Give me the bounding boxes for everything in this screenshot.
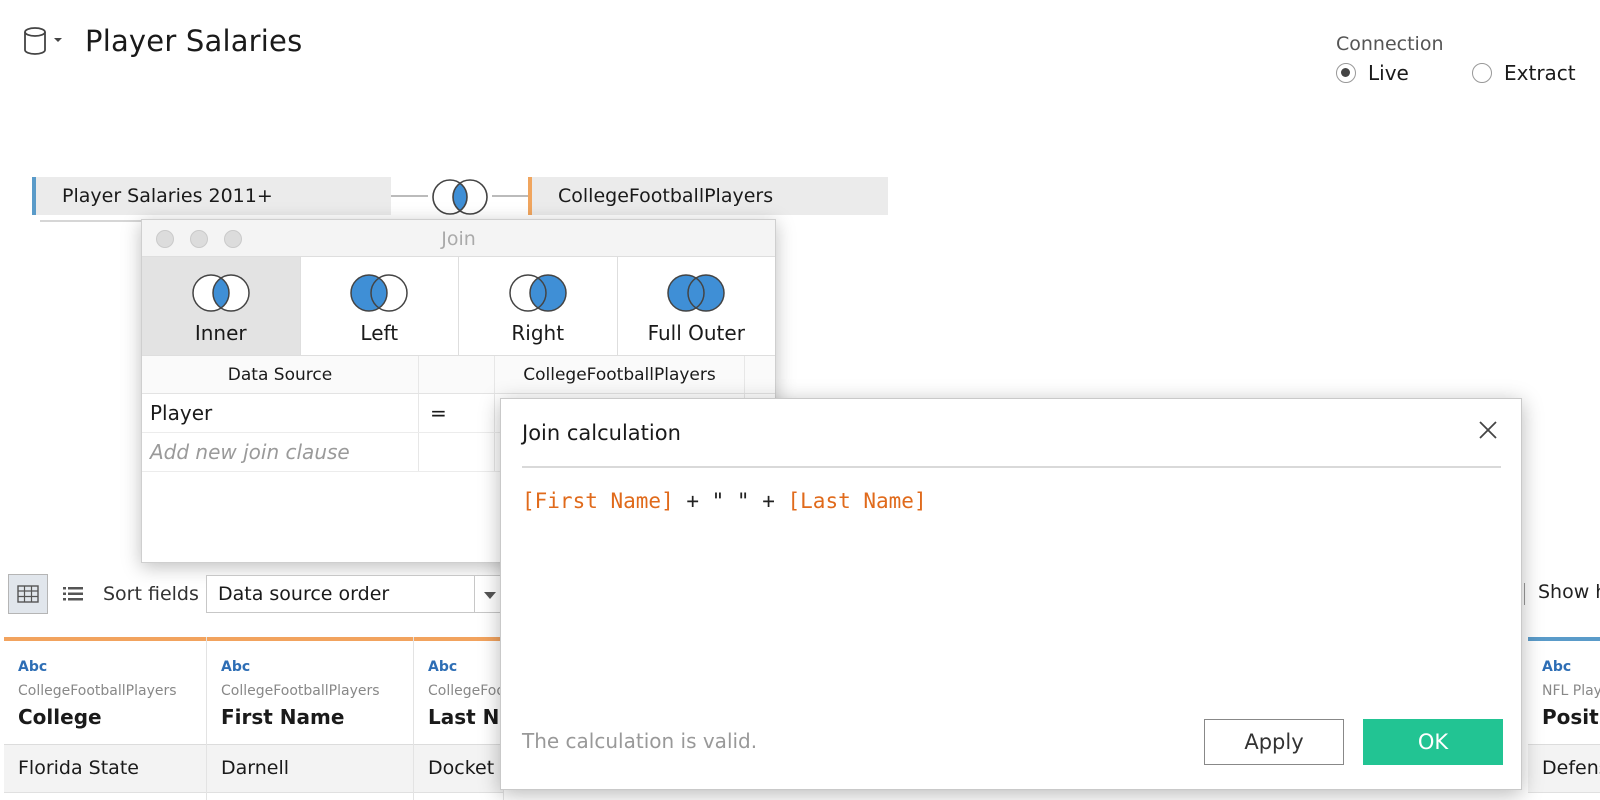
join-calculation-dialog: Join calculation [First Name] + " " + [L… — [500, 398, 1522, 790]
grid-view-button[interactable] — [8, 574, 48, 614]
formula-field-last-name: [Last Name] — [787, 489, 927, 513]
right-source-header: CollegeFootballPlayers — [495, 356, 745, 393]
page-title: Player Salaries — [85, 24, 303, 58]
join-type-full-outer[interactable]: Full Outer — [618, 257, 776, 355]
inner-join-venn-icon[interactable] — [428, 176, 492, 218]
field-name: Last Na — [428, 705, 503, 729]
grid-column-first-name: Abc CollegeFootballPlayers First Name Da… — [207, 637, 414, 800]
operator-header — [419, 356, 495, 393]
connection-live-label: Live — [1368, 61, 1409, 85]
ok-button[interactable]: OK — [1363, 719, 1503, 765]
right-table-chip[interactable]: CollegeFootballPlayers — [528, 177, 888, 215]
field-type-icon[interactable]: Abc — [428, 659, 503, 675]
join-clause-header: Data Source CollegeFootballPlayers — [142, 356, 775, 394]
connection-extract-label: Extract — [1504, 61, 1576, 85]
join-type-inner[interactable]: Inner — [142, 257, 301, 355]
join-type-label: Inner — [194, 321, 247, 345]
column-header[interactable]: Abc CollegeFoo Last Na — [414, 637, 503, 745]
database-icon[interactable] — [22, 26, 48, 56]
grid-cell: Darnell — [207, 745, 413, 793]
chevron-down-icon[interactable] — [54, 38, 62, 42]
join-type-selector: Inner Left Right Full Outer — [142, 257, 775, 356]
left-source-header: Data Source — [142, 356, 419, 393]
chevron-down-icon — [484, 592, 496, 599]
join-type-label: Right — [511, 321, 565, 345]
column-header[interactable]: Abc CollegeFootballPlayers First Name — [207, 637, 413, 745]
radio-selected-icon[interactable] — [1336, 63, 1356, 83]
grid-column-position: Abc NFL Playe Positio Defens — [1528, 637, 1600, 800]
left-table-name: Player Salaries 2011+ — [62, 185, 273, 207]
join-type-label: Full Outer — [647, 321, 745, 345]
join-connector-line — [492, 195, 528, 197]
show-hidden-checkbox[interactable] — [1522, 583, 1525, 605]
field-name: College — [18, 705, 102, 729]
grid-column-last-name: Abc CollegeFoo Last Na Docket — [414, 637, 504, 800]
join-dialog-title: Join — [441, 228, 476, 250]
left-join-icon — [350, 274, 408, 312]
connection-extract-radio[interactable]: Extract — [1472, 61, 1576, 85]
join-type-right[interactable]: Right — [459, 257, 618, 355]
grid-icon — [17, 585, 39, 603]
row-spacer — [419, 433, 495, 471]
field-type-icon[interactable]: Abc — [18, 659, 206, 675]
column-header[interactable]: Abc CollegeFootballPlayers College — [4, 637, 206, 745]
sort-fields-select[interactable]: Data source order — [206, 575, 506, 613]
field-name: First Name — [221, 705, 345, 729]
inner-join-icon — [192, 274, 250, 312]
field-type-icon[interactable]: Abc — [1542, 659, 1600, 675]
field-type-icon[interactable]: Abc — [221, 659, 413, 675]
join-type-label: Left — [360, 321, 399, 345]
grid-cell: Florida State — [4, 745, 206, 793]
join-clause-left-field[interactable]: Player — [142, 394, 419, 432]
apply-button[interactable]: Apply — [1204, 719, 1344, 765]
field-source: CollegeFootballPlayers — [18, 683, 177, 699]
grid-cell: Docket — [414, 745, 503, 793]
right-table-name: CollegeFootballPlayers — [558, 185, 774, 207]
formula-operator: + " " + — [673, 489, 788, 513]
sort-fields-label: Sort fields — [103, 583, 199, 605]
grid-cell: Defens — [1528, 745, 1600, 793]
calc-divider — [522, 466, 1501, 468]
calc-dialog-title: Join calculation — [522, 421, 681, 445]
calculation-editor[interactable]: [First Name] + " " + [Last Name] — [522, 489, 1501, 689]
list-icon — [63, 587, 83, 601]
connection-label: Connection — [1336, 33, 1444, 55]
field-source: NFL Playe — [1542, 683, 1600, 699]
right-join-icon — [509, 274, 567, 312]
grid-column-college: Abc CollegeFootballPlayers College Flori… — [4, 637, 207, 800]
add-join-clause[interactable]: Add new join clause — [142, 433, 419, 471]
header-spacer — [745, 356, 775, 393]
field-source: CollegeFoo — [428, 683, 503, 699]
calc-status: The calculation is valid. — [522, 729, 758, 753]
field-name: Positio — [1542, 705, 1600, 729]
radio-unselected-icon[interactable] — [1472, 63, 1492, 83]
close-icon[interactable] — [1475, 417, 1501, 443]
join-dialog-titlebar: Join — [142, 220, 775, 257]
list-view-button[interactable] — [58, 574, 88, 614]
show-hidden-label: Show h — [1538, 581, 1600, 603]
join-clause-operator[interactable]: = — [419, 394, 495, 432]
full-outer-join-icon — [667, 274, 725, 312]
left-table-chip[interactable]: Player Salaries 2011+ — [32, 177, 391, 215]
column-header[interactable]: Abc NFL Playe Positio — [1528, 637, 1600, 745]
join-connector-line — [391, 195, 428, 197]
select-divider — [474, 576, 475, 612]
field-source: CollegeFootballPlayers — [221, 683, 380, 699]
formula-field-first-name: [First Name] — [522, 489, 674, 513]
connection-live-radio[interactable]: Live — [1336, 61, 1409, 85]
sort-fields-value: Data source order — [218, 583, 390, 605]
join-type-left[interactable]: Left — [301, 257, 459, 355]
